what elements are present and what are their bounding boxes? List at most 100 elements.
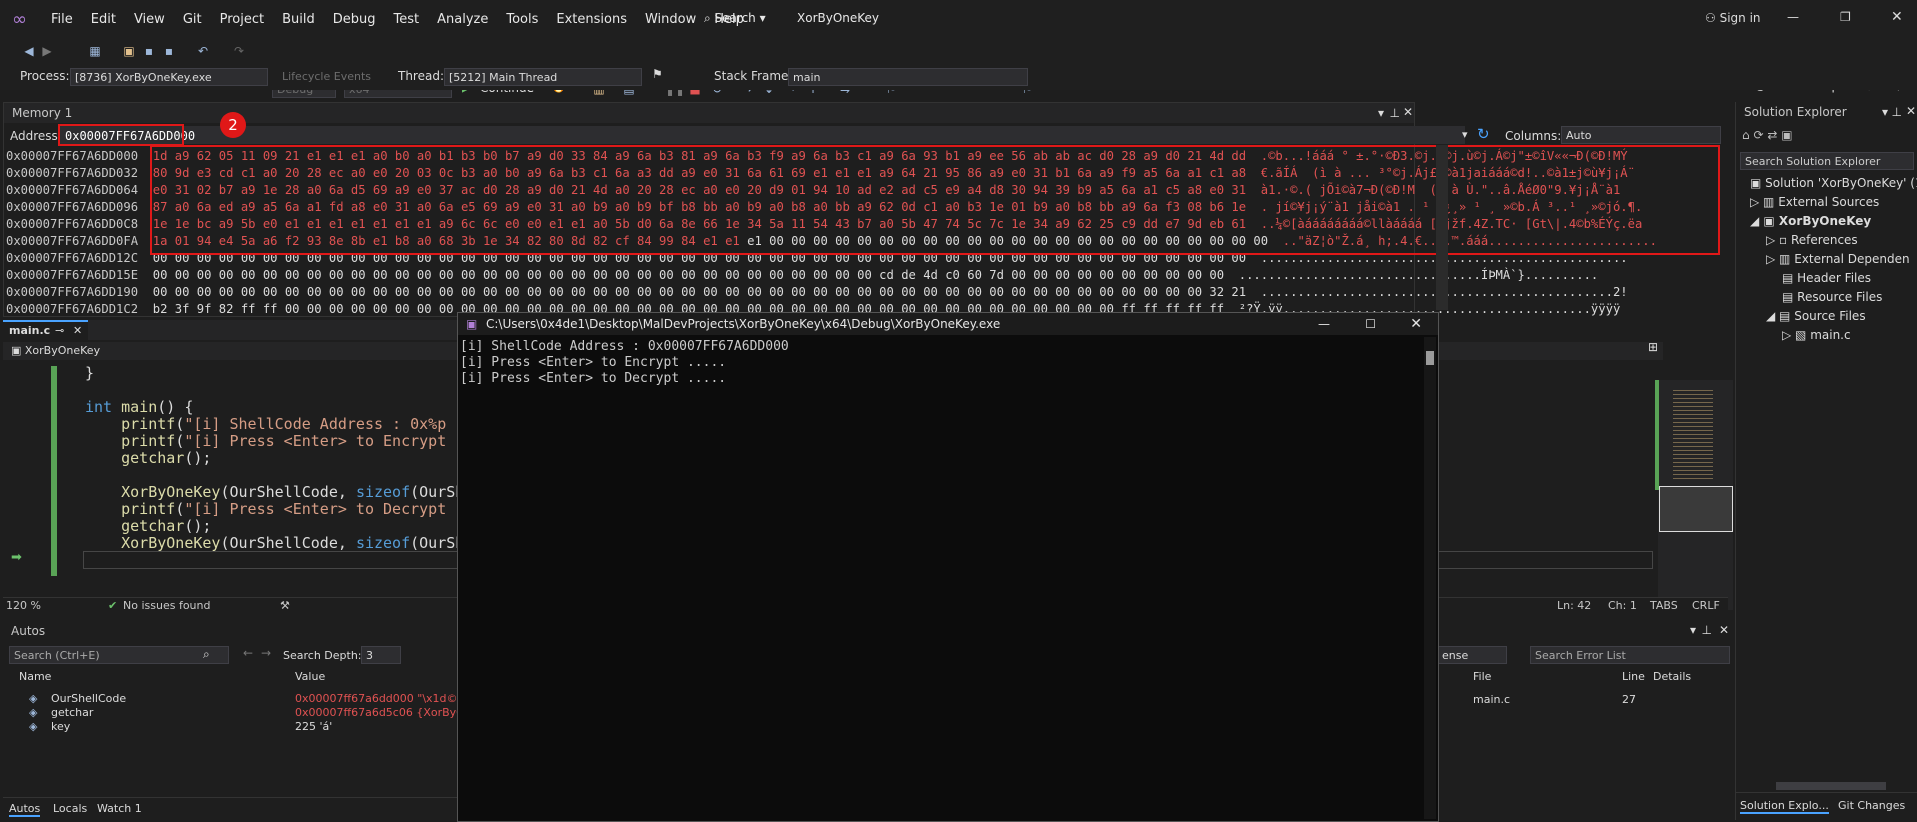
reevaluate-icon[interactable]: ↻ [1477,125,1490,143]
sync-icon[interactable]: ⟳ [1753,128,1767,142]
code-line[interactable]: } [85,364,94,382]
autos-search-input[interactable]: Search (Ctrl+E) [9,646,229,664]
memory-row[interactable]: 0x00007FF67A6DD190 00 00 00 00 00 00 00 … [6,284,1657,301]
column-indicator[interactable]: Ch: 1 [1608,599,1637,612]
menu-window[interactable]: Window [636,12,705,27]
address-dropdown-icon[interactable]: ▾ [1462,128,1468,141]
split-icon[interactable]: ⊞ [1648,340,1666,354]
back-arrow-icon[interactable]: ← [243,646,253,660]
console-close-icon[interactable]: ✕ [1410,313,1422,335]
col-line-header[interactable]: Line [1622,670,1645,683]
new-project-icon[interactable]: ▦ [88,44,102,58]
tree-resource-files[interactable]: ▤ Resource Files [1782,290,1882,304]
error-row-line[interactable]: 27 [1622,693,1636,706]
tree-solution[interactable]: ▣ Solution 'XorByOneKey' (1 [1750,176,1917,190]
stack-frame-dropdown[interactable]: main [788,68,1028,86]
tree-external-sources[interactable]: ▷ ▥ External Sources [1750,195,1879,209]
forward-arrow-icon[interactable]: → [261,646,271,660]
memory-row-ascii[interactable]: .................................ÍÞMÀ`}.… [1239,268,1599,282]
code-line[interactable]: XorByOneKey(OurShellCode, sizeof(OurSh [85,483,464,501]
col-file-header[interactable]: File [1473,670,1491,683]
autos-row-value[interactable]: 225 'á' [295,720,332,733]
console-scroll-thumb[interactable] [1426,351,1434,365]
code-line[interactable]: int main() { [85,398,193,416]
collapse-icon[interactable]: ▣ [1781,128,1792,142]
dropdown-icon[interactable]: ▾ [1378,106,1384,120]
errlist-dropdown-icon[interactable]: ▾ [1690,623,1696,637]
tree-source-files[interactable]: ◢ ▤ Source Files [1766,309,1866,323]
thread-dropdown[interactable]: [5212] Main Thread [444,68,642,86]
tree-external-dependencies[interactable]: ▷ ▥ External Dependen [1766,252,1910,266]
sign-in-button[interactable]: ⚇ Sign in [1705,11,1761,25]
menu-edit[interactable]: Edit [82,12,125,27]
console-minimize-icon[interactable]: — [1318,313,1330,335]
se-horizontal-scrollbar[interactable] [1776,782,1886,790]
memory-row-hex[interactable]: 00 00 00 00 00 00 00 00 00 00 00 00 00 0… [153,268,1224,282]
col-value-header[interactable]: Value [295,670,325,683]
forward-icon[interactable]: ▶ [40,44,54,58]
memory-row[interactable]: 0x00007FF67A6DD15E 00 00 00 00 00 00 00 … [6,267,1657,284]
code-line[interactable]: getchar(); [85,449,211,467]
search-depth-dropdown[interactable]: 3 [361,646,401,664]
pin-icon[interactable]: ⊥ [1390,106,1400,120]
tree-references[interactable]: ▷ ▫ References [1766,233,1858,247]
tabs-indicator[interactable]: TABS [1650,599,1678,612]
error-row-file[interactable]: main.c [1473,693,1510,706]
menu-file[interactable]: File [42,12,82,27]
redo-icon[interactable]: ↷ [232,44,246,58]
menu-debug[interactable]: Debug [324,12,385,27]
minimize-icon[interactable]: — [1787,10,1799,24]
se-dropdown-icon[interactable]: ▾ [1882,105,1888,119]
process-dropdown[interactable]: [8736] XorByOneKey.exe [70,68,268,86]
se-pin-icon[interactable]: ⊥ [1892,105,1902,119]
tab-main-c[interactable]: main.c ⊸ ✕ [3,320,88,340]
code-line[interactable]: printf("[i] Press <Enter> to Decrypt [85,500,455,518]
line-indicator[interactable]: Ln: 42 [1557,599,1591,612]
autos-row-value[interactable]: 0x00007ff67a6dd000 "\x1d©b\x [295,692,475,705]
search-menu[interactable]: ⌕ Search ▾ [704,11,766,26]
memory-row-hex[interactable]: 00 00 00 00 00 00 00 00 00 00 00 00 00 0… [153,285,1246,299]
open-folder-icon[interactable]: ▣ [122,44,136,58]
solution-search-input[interactable]: Search Solution Explorer [1740,152,1914,170]
tab-watch1[interactable]: Watch 1 [97,802,142,815]
back-icon[interactable]: ◀ [22,44,36,58]
brush-icon[interactable]: ⚒ [280,599,290,612]
scope-dropdown[interactable]: ▣ XorByOneKey [11,344,100,357]
menu-test[interactable]: Test [385,12,429,27]
pin-tab-icon[interactable]: ⊸ [55,324,64,337]
tree-project[interactable]: ◢ ▣ XorByOneKey [1750,214,1871,228]
undo-icon[interactable]: ↶ [196,44,210,58]
home-icon[interactable]: ⌂ [1742,128,1753,142]
autos-row[interactable]: ◈ key 225 'á' [3,720,458,734]
tab-solution-explorer[interactable]: Solution Explo... [1740,799,1829,814]
tree-header-files[interactable]: ▤ Header Files [1782,271,1871,285]
lifecycle-events-dropdown[interactable]: Lifecycle Events [278,68,394,86]
code-line[interactable]: XorByOneKey(OurShellCode, sizeof(OurSh [85,534,464,552]
tab-autos[interactable]: Autos [9,802,41,817]
issues-status[interactable]: No issues found [123,599,210,612]
menu-view[interactable]: View [125,12,174,27]
close-pane-icon[interactable]: ✕ [1403,105,1413,119]
close-icon[interactable]: ✕ [1891,9,1903,25]
restore-icon[interactable]: ❐ [1840,10,1851,24]
tab-git-changes[interactable]: Git Changes [1838,799,1905,812]
tab-locals[interactable]: Locals [53,802,87,815]
memory-scrollbar[interactable] [1436,145,1448,310]
switch-views-icon[interactable]: ⇄ [1767,128,1781,142]
eol-indicator[interactable]: CRLF [1692,599,1720,612]
errlist-close-icon[interactable]: ✕ [1719,623,1729,637]
menu-build[interactable]: Build [273,12,324,27]
save-all-icon[interactable]: ▪ [162,44,176,58]
tree-main-c[interactable]: ▷ ▧ main.c [1782,328,1851,342]
flag-icon[interactable]: ⚑ [652,67,663,81]
code-line[interactable]: printf("[i] ShellCode Address : 0x%p [85,415,455,433]
code-line[interactable]: getchar(); [85,517,211,535]
search-icon[interactable]: ⌕ [203,647,210,662]
autos-row[interactable]: ◈ OurShellCode 0x00007ff67a6dd000 "\x1d©b\… [3,692,475,706]
minimap-viewport[interactable] [1659,486,1733,532]
error-list-search-input[interactable]: Search Error List [1530,646,1730,664]
autos-row[interactable]: ◈ getchar 0x00007ff67a6d5c06 {XorByOne [3,706,479,720]
console-maximize-icon[interactable]: ☐ [1365,313,1376,335]
columns-dropdown[interactable]: Auto [1561,126,1721,144]
save-icon[interactable]: ▪ [142,44,156,58]
